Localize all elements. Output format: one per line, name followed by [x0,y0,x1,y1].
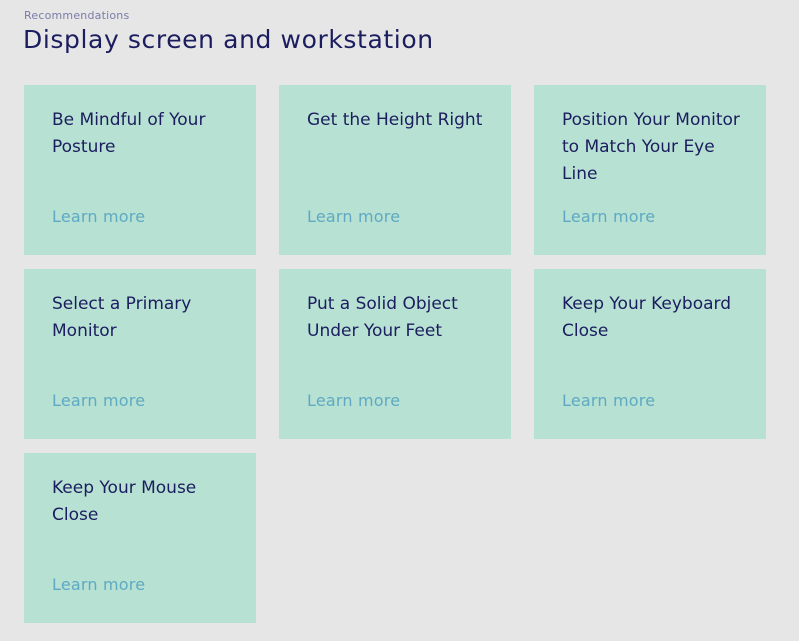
learn-more-link[interactable]: Learn more [52,575,145,594]
card-title: Be Mindful of Your Posture [52,110,206,157]
recommendation-card-keyboard[interactable]: Keep Your Keyboard Close Learn more [534,269,766,439]
learn-more-link[interactable]: Learn more [52,391,145,410]
recommendation-card-footrest[interactable]: Put a Solid Object Under Your Feet Learn… [279,269,511,439]
recommendation-card-monitor-eye-line[interactable]: Position Your Monitor to Match Your Eye … [534,85,766,255]
card-title: Position Your Monitor to Match Your Eye … [562,110,740,184]
card-title: Get the Height Right [307,110,483,130]
page-title: Display screen and workstation [23,25,434,54]
recommendation-card-posture[interactable]: Be Mindful of Your Posture Learn more [24,85,256,255]
recommendation-grid: Be Mindful of Your Posture Learn more Ge… [24,85,766,623]
card-title: Put a Solid Object Under Your Feet [307,294,458,341]
recommendation-card-height[interactable]: Get the Height Right Learn more [279,85,511,255]
learn-more-link[interactable]: Learn more [562,391,655,410]
learn-more-link[interactable]: Learn more [307,207,400,226]
recommendations-eyebrow: Recommendations [24,9,130,22]
card-title: Keep Your Mouse Close [52,478,197,525]
learn-more-link[interactable]: Learn more [562,207,655,226]
recommendation-card-mouse[interactable]: Keep Your Mouse Close Learn more [24,453,256,623]
learn-more-link[interactable]: Learn more [52,207,145,226]
card-title: Select a Primary Monitor [52,294,192,341]
card-title: Keep Your Keyboard Close [562,294,732,341]
recommendation-card-primary-monitor[interactable]: Select a Primary Monitor Learn more [24,269,256,439]
learn-more-link[interactable]: Learn more [307,391,400,410]
